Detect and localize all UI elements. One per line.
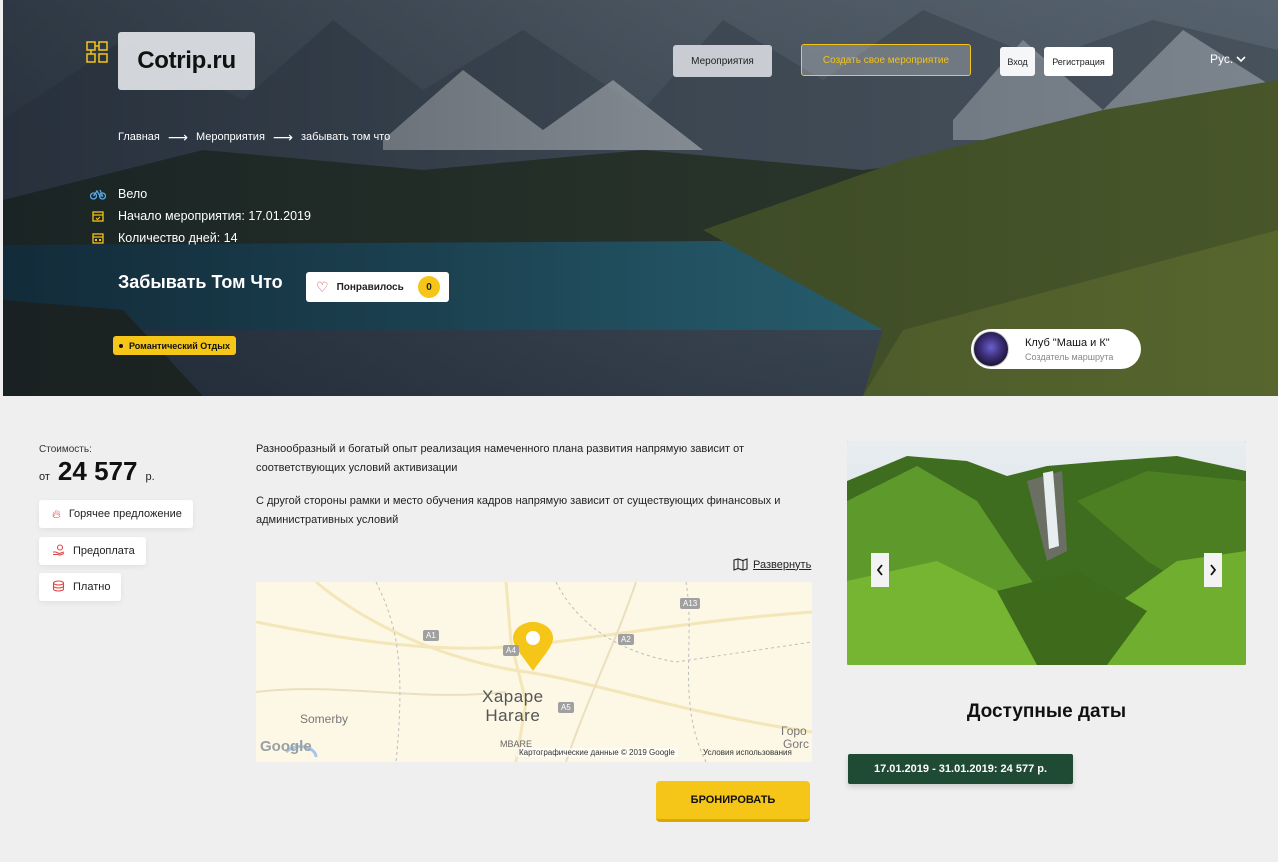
logo-icon[interactable]: [86, 41, 108, 63]
calendar-icon: [90, 231, 106, 245]
road-label: A13: [680, 598, 701, 609]
map-icon: [733, 558, 748, 571]
event-title: Забывать Том Что: [118, 272, 283, 292]
breadcrumb-current: забывать том что: [301, 131, 391, 143]
map-place-label: Somerby: [300, 712, 349, 726]
chevron-right-icon: [1210, 564, 1217, 576]
login-button[interactable]: Вход: [1000, 47, 1035, 76]
event-days-text: Количество дней: 14: [118, 231, 238, 245]
price: от 24 577 р.: [39, 456, 155, 487]
available-dates-title: Доступные даты: [966, 701, 1127, 722]
organizer-card[interactable]: Клуб "Маша и К" Создатель маршрута: [971, 329, 1141, 369]
photo-gallery[interactable]: [847, 441, 1246, 665]
nav-events-button[interactable]: Мероприятия: [673, 45, 772, 77]
gallery-image: [847, 441, 1246, 665]
breadcrumb: Главная ⟶ Мероприятия ⟶ забывать том что: [118, 129, 391, 145]
gallery-next-button[interactable]: [1204, 553, 1222, 587]
gallery-prev-button[interactable]: [871, 553, 889, 587]
road-label: A2: [618, 634, 634, 645]
event-start: Начало мероприятия: 17.01.2019: [90, 209, 311, 223]
fire-icon: 🔥︎: [52, 506, 61, 521]
arrow-right-icon: ⟶: [167, 129, 188, 145]
map-roads: [256, 582, 812, 762]
heart-icon: ♡: [316, 278, 329, 295]
hand-coin-icon: [52, 543, 65, 559]
like-count-badge: 0: [418, 276, 440, 298]
date-option[interactable]: 17.01.2019 - 31.01.2019: 24 577 р.: [848, 754, 1073, 784]
price-currency: р.: [145, 471, 155, 483]
like-label: Понравилось: [336, 281, 404, 293]
avatar: [973, 331, 1009, 367]
expand-map-label: Развернуть: [753, 558, 812, 571]
feature-hot-offer: 🔥︎ Горячее предложение: [39, 500, 193, 528]
feature-paid: Платно: [39, 573, 122, 601]
book-button[interactable]: БРОНИРОВАТЬ: [656, 781, 810, 822]
feature-label: Горячее предложение: [68, 508, 182, 520]
organizer-role: Создатель маршрута: [1025, 351, 1114, 362]
road-label: A1: [423, 630, 439, 641]
chevron-down-icon: [1236, 56, 1246, 63]
calendar-icon: [90, 209, 106, 223]
register-button[interactable]: Регистрация: [1044, 47, 1113, 76]
like-button[interactable]: ♡ Понравилось 0: [306, 272, 449, 302]
city-name-en: Harare: [485, 706, 541, 725]
map-city-label: Хараре Harare: [482, 687, 544, 725]
feature-label: Платно: [73, 581, 111, 593]
road-label: A4: [503, 645, 519, 656]
map-pin-icon[interactable]: [513, 622, 553, 672]
breadcrumb-home[interactable]: Главная: [118, 131, 160, 143]
organizer-name: Клуб "Маша и К": [1025, 336, 1110, 349]
location-map[interactable]: A13 A1 A2 A4 A5 Хараре Harare Somerby Го…: [256, 582, 812, 762]
coins-icon: [52, 579, 65, 595]
map-attribution: Картографические данные © 2019 Google: [516, 748, 678, 757]
map-terms-link[interactable]: Условия использования: [703, 748, 792, 757]
event-category-text: Вело: [118, 187, 148, 201]
tag-dot-icon: [119, 343, 123, 348]
create-event-button[interactable]: Создать свое мероприятие: [801, 44, 971, 76]
event-category: Вело: [90, 187, 147, 201]
google-logo[interactable]: Google: [260, 738, 312, 755]
expand-map-link[interactable]: Развернуть: [733, 558, 811, 571]
arrow-right-icon: ⟶: [272, 129, 293, 145]
breadcrumb-events[interactable]: Мероприятия: [196, 131, 265, 143]
description-paragraph: С другой стороны рамки и место обучения …: [256, 495, 781, 526]
feature-label: Предоплата: [73, 545, 135, 557]
site-logo[interactable]: Cotrip.ru: [118, 32, 255, 90]
event-days: Количество дней: 14: [90, 231, 238, 245]
price-label: Стоимость:: [39, 444, 92, 455]
map-place-label: Горо: [781, 724, 807, 738]
language-label: Рус.: [1210, 52, 1234, 66]
chevron-left-icon: [876, 564, 883, 576]
road-label: A5: [558, 702, 574, 713]
city-name-ru: Хараре: [482, 687, 544, 706]
language-selector[interactable]: Рус.: [1210, 52, 1246, 66]
event-tag-label: Романтический Отдых: [129, 340, 230, 351]
feature-prepayment: Предоплата: [39, 537, 146, 565]
event-start-text: Начало мероприятия: 17.01.2019: [118, 209, 311, 223]
price-value: 24 577: [57, 456, 138, 486]
description-paragraph: Разнообразный и богатый опыт реализация …: [256, 443, 745, 474]
price-from: от: [39, 471, 50, 483]
event-tag[interactable]: Романтический Отдых: [113, 336, 236, 355]
bicycle-icon: [90, 187, 106, 201]
